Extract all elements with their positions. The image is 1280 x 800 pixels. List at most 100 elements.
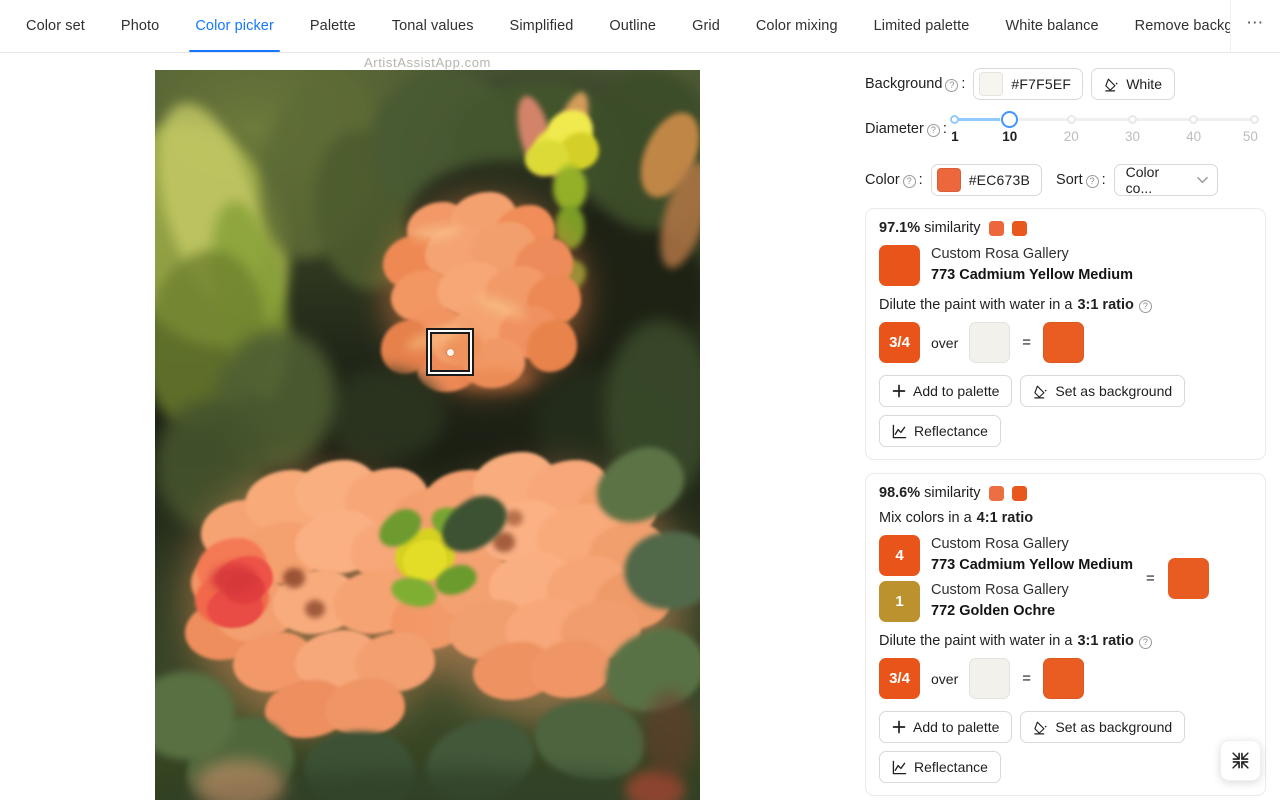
tab-outline[interactable]: Outline bbox=[591, 0, 674, 52]
tab-remove-background[interactable]: Remove background bbox=[1117, 0, 1230, 52]
chart-line-icon bbox=[892, 760, 907, 775]
diameter-row: Diameter ? : 1 10 20 30 40 50 bbox=[865, 111, 1266, 146]
slider-mark-1[interactable] bbox=[950, 115, 960, 124]
slider-tick-label: 10 bbox=[1002, 129, 1018, 144]
picked-color-swatch[interactable] bbox=[936, 168, 961, 192]
slider-mark-50[interactable] bbox=[1250, 115, 1260, 124]
similarity-value: 97.1% bbox=[879, 220, 921, 236]
slider-mark-20[interactable] bbox=[1066, 115, 1076, 124]
tab-color-picker[interactable]: Color picker bbox=[177, 0, 292, 52]
background-help-icon[interactable]: ? bbox=[945, 78, 959, 92]
dilute-prefix: Dilute the paint with water in a bbox=[879, 297, 1073, 313]
card-actions: Add to palette Set as background Reflect… bbox=[879, 375, 1252, 447]
slider-tick-label: 1 bbox=[951, 129, 959, 144]
more-dots: ⋯ bbox=[1246, 13, 1265, 32]
background-label-text: Background bbox=[865, 76, 943, 92]
sort-select[interactable]: Color co... bbox=[1113, 164, 1218, 196]
white-button-label: White bbox=[1126, 76, 1162, 92]
main-tab-bar: Color set Photo Color picker Palette Ton… bbox=[0, 0, 1280, 53]
paint-brand: Custom Rosa Gallery bbox=[931, 536, 1069, 553]
color-label: Color ? : bbox=[865, 172, 923, 188]
dilute-hint: Dilute the paint with water in a 3:1 rat… bbox=[879, 297, 1252, 313]
set-as-background-button[interactable]: Set as background bbox=[1020, 711, 1186, 743]
sort-label: Sort ? : bbox=[1056, 172, 1106, 188]
reflectance-button[interactable]: Reflectance bbox=[879, 751, 1001, 783]
result-color-swatch bbox=[1043, 658, 1084, 699]
paint-color-swatch: 1 bbox=[879, 581, 920, 622]
exit-fullscreen-button[interactable] bbox=[1220, 740, 1261, 781]
set-white-background-button[interactable]: White bbox=[1091, 68, 1175, 100]
watermark-label: ArtistAssistApp.com bbox=[364, 55, 491, 70]
reflectance-button[interactable]: Reflectance bbox=[879, 415, 1001, 447]
background-color-swatch[interactable] bbox=[979, 72, 1004, 96]
background-preview-swatch bbox=[969, 658, 1011, 699]
background-label: Background ? : bbox=[865, 76, 965, 92]
mix-paints: 4 Custom Rosa Gallery 773 Cadmium Yellow… bbox=[879, 535, 1133, 622]
picked-color-field[interactable]: #EC673B bbox=[930, 164, 1043, 196]
diameter-help-icon[interactable]: ? bbox=[926, 123, 940, 137]
paint-row: 4 Custom Rosa Gallery 773 Cadmium Yellow… bbox=[879, 535, 1133, 576]
paint-match-card: 98.6% similarity Mix colors in a 4:1 rat… bbox=[865, 473, 1266, 796]
tab-white-balance[interactable]: White balance bbox=[987, 0, 1116, 52]
tab-label: Limited palette bbox=[873, 18, 970, 34]
tab-overflow-more-icon[interactable]: ⋯ bbox=[1230, 0, 1280, 52]
equals-sign: = bbox=[1022, 670, 1031, 687]
reflectance-label: Reflectance bbox=[914, 423, 988, 439]
photo-canvas[interactable] bbox=[155, 70, 700, 800]
image-stage: ArtistAssistApp.com bbox=[0, 53, 855, 800]
over-label: over bbox=[931, 670, 959, 687]
diameter-label-text: Diameter bbox=[865, 121, 924, 137]
set-as-background-label: Set as background bbox=[1055, 383, 1173, 399]
slider-mark-30[interactable] bbox=[1127, 115, 1137, 124]
chart-line-icon bbox=[892, 424, 907, 439]
paint-bucket-icon bbox=[1033, 720, 1048, 735]
tab-limited-palette[interactable]: Limited palette bbox=[856, 0, 988, 52]
set-as-background-button[interactable]: Set as background bbox=[1020, 375, 1186, 407]
colon: : bbox=[1101, 172, 1106, 188]
background-preview-swatch bbox=[969, 322, 1011, 363]
matched-color-chip bbox=[1011, 220, 1027, 236]
paint-bucket-icon bbox=[1104, 77, 1119, 92]
dilute-hint: Dilute the paint with water in a 3:1 rat… bbox=[879, 633, 1252, 649]
color-picker-crosshair[interactable] bbox=[426, 328, 474, 376]
slider-mark-40[interactable] bbox=[1189, 115, 1199, 124]
add-to-palette-button[interactable]: Add to palette bbox=[879, 711, 1013, 743]
paint-match-card: 97.1% similarity Custom Rosa Gallery 773… bbox=[865, 208, 1266, 460]
dilute-help-icon[interactable]: ? bbox=[1138, 635, 1152, 649]
tab-grid[interactable]: Grid bbox=[674, 0, 738, 52]
tab-tonal-values[interactable]: Tonal values bbox=[374, 0, 492, 52]
tab-color-mixing[interactable]: Color mixing bbox=[738, 0, 856, 52]
add-to-palette-label: Add to palette bbox=[913, 719, 1000, 735]
tab-photo[interactable]: Photo bbox=[103, 0, 177, 52]
tab-simplified[interactable]: Simplified bbox=[492, 0, 592, 52]
tab-label: Palette bbox=[309, 18, 356, 34]
background-color-field[interactable]: #F7F5EF bbox=[973, 68, 1084, 100]
mix-result-swatch bbox=[1167, 558, 1209, 599]
plus-icon bbox=[892, 720, 906, 734]
paint-brand: Custom Rosa Gallery bbox=[931, 582, 1069, 599]
mix-prefix: Mix colors in a bbox=[879, 510, 972, 526]
tab-label: Outline bbox=[609, 18, 657, 34]
tab-color-set[interactable]: Color set bbox=[8, 0, 103, 52]
set-as-background-label: Set as background bbox=[1055, 719, 1173, 735]
color-help-icon[interactable]: ? bbox=[902, 174, 916, 188]
tab-label: Simplified bbox=[509, 18, 574, 34]
similarity-suffix: similarity bbox=[924, 220, 981, 236]
dilute-help-icon[interactable]: ? bbox=[1138, 299, 1152, 313]
colon: : bbox=[942, 121, 947, 137]
dilute-ratio: 3:1 ratio bbox=[1077, 633, 1134, 649]
add-to-palette-label: Add to palette bbox=[913, 383, 1000, 399]
tab-label: Color mixing bbox=[755, 18, 838, 34]
add-to-palette-button[interactable]: Add to palette bbox=[879, 375, 1013, 407]
similarity-text: 97.1% similarity bbox=[879, 220, 981, 236]
paint-row: 1 Custom Rosa Gallery 772 Golden Ochre bbox=[879, 581, 1133, 622]
sort-help-icon[interactable]: ? bbox=[1085, 174, 1099, 188]
tab-palette[interactable]: Palette bbox=[292, 0, 374, 52]
paint-color-swatch: 4 bbox=[879, 535, 920, 576]
color-sort-row: Color ? : #EC673B Sort ? : Color co... bbox=[865, 164, 1266, 196]
dilute-prefix: Dilute the paint with water in a bbox=[879, 633, 1073, 649]
diameter-slider[interactable]: 1 10 20 30 40 50 bbox=[950, 111, 1260, 146]
diameter-slider-thumb[interactable] bbox=[1001, 111, 1019, 128]
dilute-ratio: 3:1 ratio bbox=[1077, 297, 1134, 313]
sort-select-value: Color co... bbox=[1125, 164, 1160, 196]
